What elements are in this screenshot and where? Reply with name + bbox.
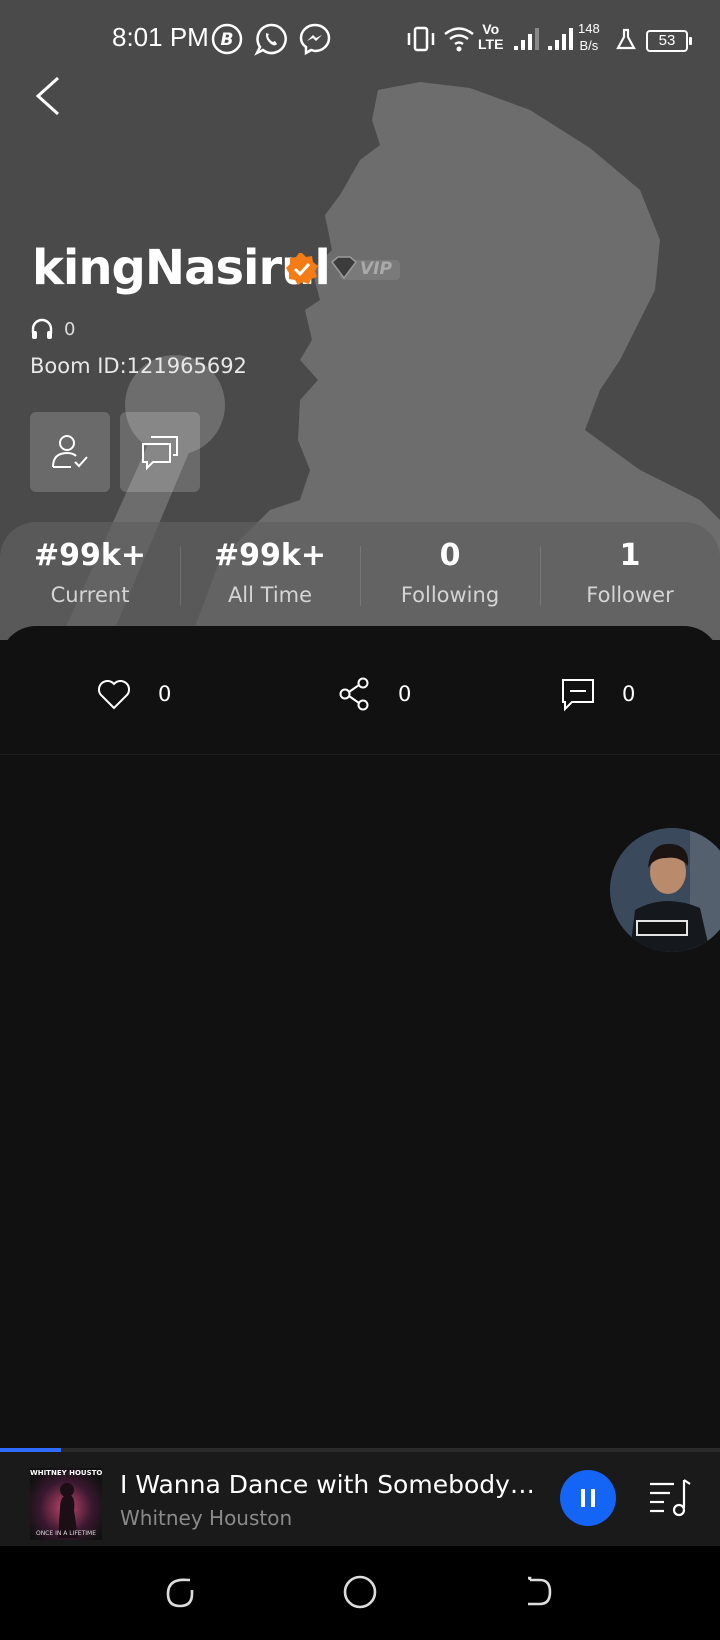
like-count: 0 bbox=[158, 682, 172, 706]
vip-badge: VIP bbox=[330, 256, 402, 282]
divider bbox=[0, 754, 720, 755]
stat-label: Follower bbox=[586, 583, 674, 607]
listen-count: 0 bbox=[30, 316, 75, 342]
playlist-icon[interactable] bbox=[646, 1474, 694, 1522]
recents-icon[interactable] bbox=[158, 1570, 202, 1614]
message-button[interactable] bbox=[120, 412, 200, 492]
track-title[interactable]: I Wanna Dance with Somebody (Live) bbox=[120, 1470, 540, 1499]
signal-icon bbox=[514, 28, 539, 50]
volte-icon: Vo LTE bbox=[478, 22, 503, 52]
battery-icon: 53 bbox=[646, 30, 692, 52]
stats-bar: #99k+ Current #99k+ All Time 0 Following… bbox=[0, 522, 720, 640]
network-speed-unit: B/s bbox=[579, 38, 599, 53]
back-arrow-icon[interactable] bbox=[30, 70, 70, 122]
content-panel: 0 0 0 bbox=[0, 626, 720, 1446]
interactions-row: 0 0 0 bbox=[0, 666, 720, 722]
stat-label: All Time bbox=[227, 583, 313, 607]
stat-all-time[interactable]: #99k+ All Time bbox=[180, 522, 360, 640]
verified-badge-icon bbox=[286, 253, 318, 285]
messenger-icon bbox=[299, 23, 331, 56]
boom-id: Boom ID:121965692 bbox=[30, 354, 247, 378]
stat-following[interactable]: 0 Following bbox=[360, 522, 540, 640]
volte-label-bottom: LTE bbox=[478, 36, 504, 52]
headphones-icon bbox=[31, 318, 53, 339]
track-artist: Whitney Houston bbox=[120, 1506, 293, 1530]
stat-label: Current bbox=[50, 583, 130, 607]
mini-player[interactable]: WHITNEY HOUSTON ONCE IN A LIFETIME I Wan… bbox=[0, 1448, 720, 1546]
home-icon[interactable] bbox=[338, 1570, 382, 1614]
whatsapp-icon bbox=[254, 23, 287, 56]
stat-follower[interactable]: 1 Follower bbox=[540, 522, 720, 640]
stat-value: 1 bbox=[619, 538, 641, 573]
follow-button[interactable] bbox=[30, 412, 110, 492]
b-app-icon: B bbox=[211, 23, 243, 55]
volte-label-top: Vo bbox=[482, 21, 500, 37]
user-check-icon bbox=[52, 435, 88, 468]
stat-label: Following bbox=[400, 583, 500, 607]
status-bar: 8:01 PM B Vo LTE 148 B/s 53 bbox=[0, 0, 720, 80]
system-navbar bbox=[0, 1546, 720, 1640]
status-time: 8:01 PM bbox=[112, 22, 209, 52]
listen-count-value: 0 bbox=[64, 318, 76, 340]
comment-count: 0 bbox=[622, 682, 636, 706]
comment-icon bbox=[562, 679, 594, 712]
share-icon bbox=[339, 677, 369, 711]
wifi-icon bbox=[444, 27, 474, 52]
share-button[interactable]: 0 bbox=[336, 666, 411, 722]
pause-button[interactable] bbox=[560, 1470, 616, 1526]
album-cover-artist-text: WHITNEY HOUSTON bbox=[30, 1469, 102, 1477]
pause-icon bbox=[581, 1489, 595, 1507]
network-speed-value: 148 bbox=[578, 21, 600, 36]
stat-value: #99k+ bbox=[34, 538, 146, 573]
back-nav-icon[interactable] bbox=[516, 1570, 560, 1614]
flask-icon bbox=[616, 28, 636, 50]
heart-icon bbox=[98, 680, 130, 710]
vip-label: VIP bbox=[360, 259, 392, 279]
album-cover[interactable]: WHITNEY HOUSTON ONCE IN A LIFETIME bbox=[30, 1468, 102, 1540]
svg-text:B: B bbox=[221, 30, 234, 50]
stat-value: 0 bbox=[439, 538, 461, 573]
comment-button[interactable]: 0 bbox=[560, 666, 635, 722]
album-cover-title-text: ONCE IN A LIFETIME bbox=[35, 1530, 97, 1537]
profile-header: 8:01 PM B Vo LTE 148 B/s 53 kingNasirul … bbox=[0, 0, 720, 640]
signal-icon bbox=[548, 28, 573, 50]
chat-icon bbox=[142, 436, 178, 471]
like-button[interactable]: 0 bbox=[96, 666, 171, 722]
stat-current[interactable]: #99k+ Current bbox=[0, 522, 180, 640]
progress-track[interactable] bbox=[0, 1448, 720, 1452]
progress-fill bbox=[0, 1448, 62, 1452]
vibrate-icon bbox=[407, 26, 435, 52]
stat-value: #99k+ bbox=[214, 538, 326, 573]
share-count: 0 bbox=[398, 682, 412, 706]
network-speed: 148 B/s bbox=[578, 20, 600, 54]
